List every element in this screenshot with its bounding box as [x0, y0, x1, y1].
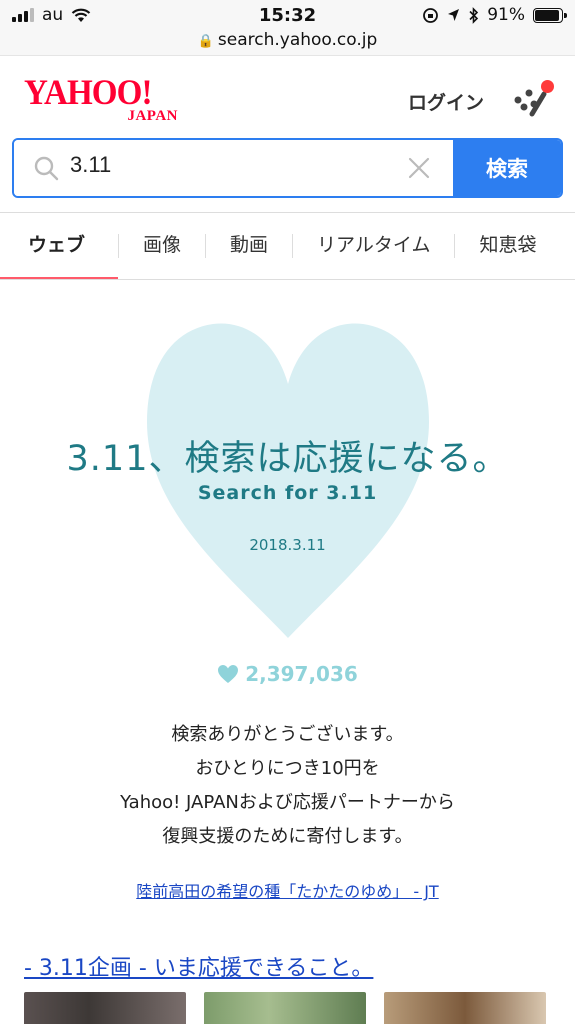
- menu-button[interactable]: [510, 76, 554, 120]
- status-right: 91%: [422, 5, 567, 25]
- thumbnail-image[interactable]: [204, 992, 366, 1024]
- search-input[interactable]: [70, 152, 390, 178]
- tab-images[interactable]: 画像: [119, 213, 205, 279]
- campaign-message: 検索ありがとうございます。 おひとりにつき10円を Yahoo! JAPANおよ…: [0, 718, 575, 854]
- search-icon: [34, 156, 59, 181]
- notification-dot: [541, 80, 554, 93]
- thumbnail-row: [24, 992, 554, 1024]
- battery-icon: [533, 7, 567, 23]
- sponsor-link[interactable]: 陸前高田の希望の種「たかたのゆめ」 - JT: [0, 878, 575, 902]
- clear-icon[interactable]: [405, 154, 433, 182]
- url-bar[interactable]: 🔒 search.yahoo.co.jp: [0, 30, 575, 56]
- search-bar: 検索: [12, 138, 563, 198]
- tab-chiebukuro[interactable]: 知恵袋: [455, 213, 560, 279]
- campaign-subtitle: Search for 3.11: [197, 482, 378, 504]
- login-link[interactable]: ログイン: [408, 88, 484, 115]
- header: YAHOO! JAPAN ログイン: [0, 56, 575, 132]
- search-counter: 2,397,036: [0, 662, 575, 686]
- search-tabs: ウェブ 画像 動画 リアルタイム 知恵袋: [0, 212, 575, 280]
- battery-percent: 91%: [487, 5, 525, 25]
- thumbnail-image[interactable]: [384, 992, 546, 1024]
- search-field[interactable]: [14, 140, 453, 196]
- campaign-date: 2018.3.11: [249, 536, 326, 554]
- url-text: search.yahoo.co.jp: [217, 30, 378, 50]
- message-line: 検索ありがとうございます。: [171, 724, 404, 745]
- status-bar: au 15:32 91%: [0, 0, 575, 30]
- thumbnail-image[interactable]: [24, 992, 186, 1024]
- tab-web[interactable]: ウェブ: [0, 213, 118, 279]
- yahoo-japan-logo[interactable]: YAHOO! JAPAN: [24, 72, 186, 124]
- heart-icon: [218, 665, 239, 683]
- bluetooth-icon: [469, 6, 479, 24]
- lock-icon: 🔒: [197, 34, 214, 49]
- logo-text: YAHOO!: [24, 72, 153, 112]
- tab-videos[interactable]: 動画: [206, 213, 292, 279]
- counter-value: 2,397,036: [245, 662, 358, 686]
- logo-subtext: JAPAN: [127, 108, 178, 124]
- tab-realtime[interactable]: リアルタイム: [293, 213, 454, 279]
- message-line: Yahoo! JAPANおよび応援パートナーから: [120, 792, 455, 813]
- message-line: おひとりにつき10円を: [195, 758, 380, 779]
- search-button[interactable]: 検索: [453, 140, 561, 196]
- rotation-lock-icon: [423, 7, 439, 23]
- campaign-title: 3.11、検索は応援になる。: [66, 439, 509, 479]
- message-line: 復興支援のために寄付します。: [162, 826, 413, 847]
- project-link[interactable]: - 3.11企画 - いま応援できること。: [24, 950, 373, 982]
- location-icon: [448, 9, 460, 21]
